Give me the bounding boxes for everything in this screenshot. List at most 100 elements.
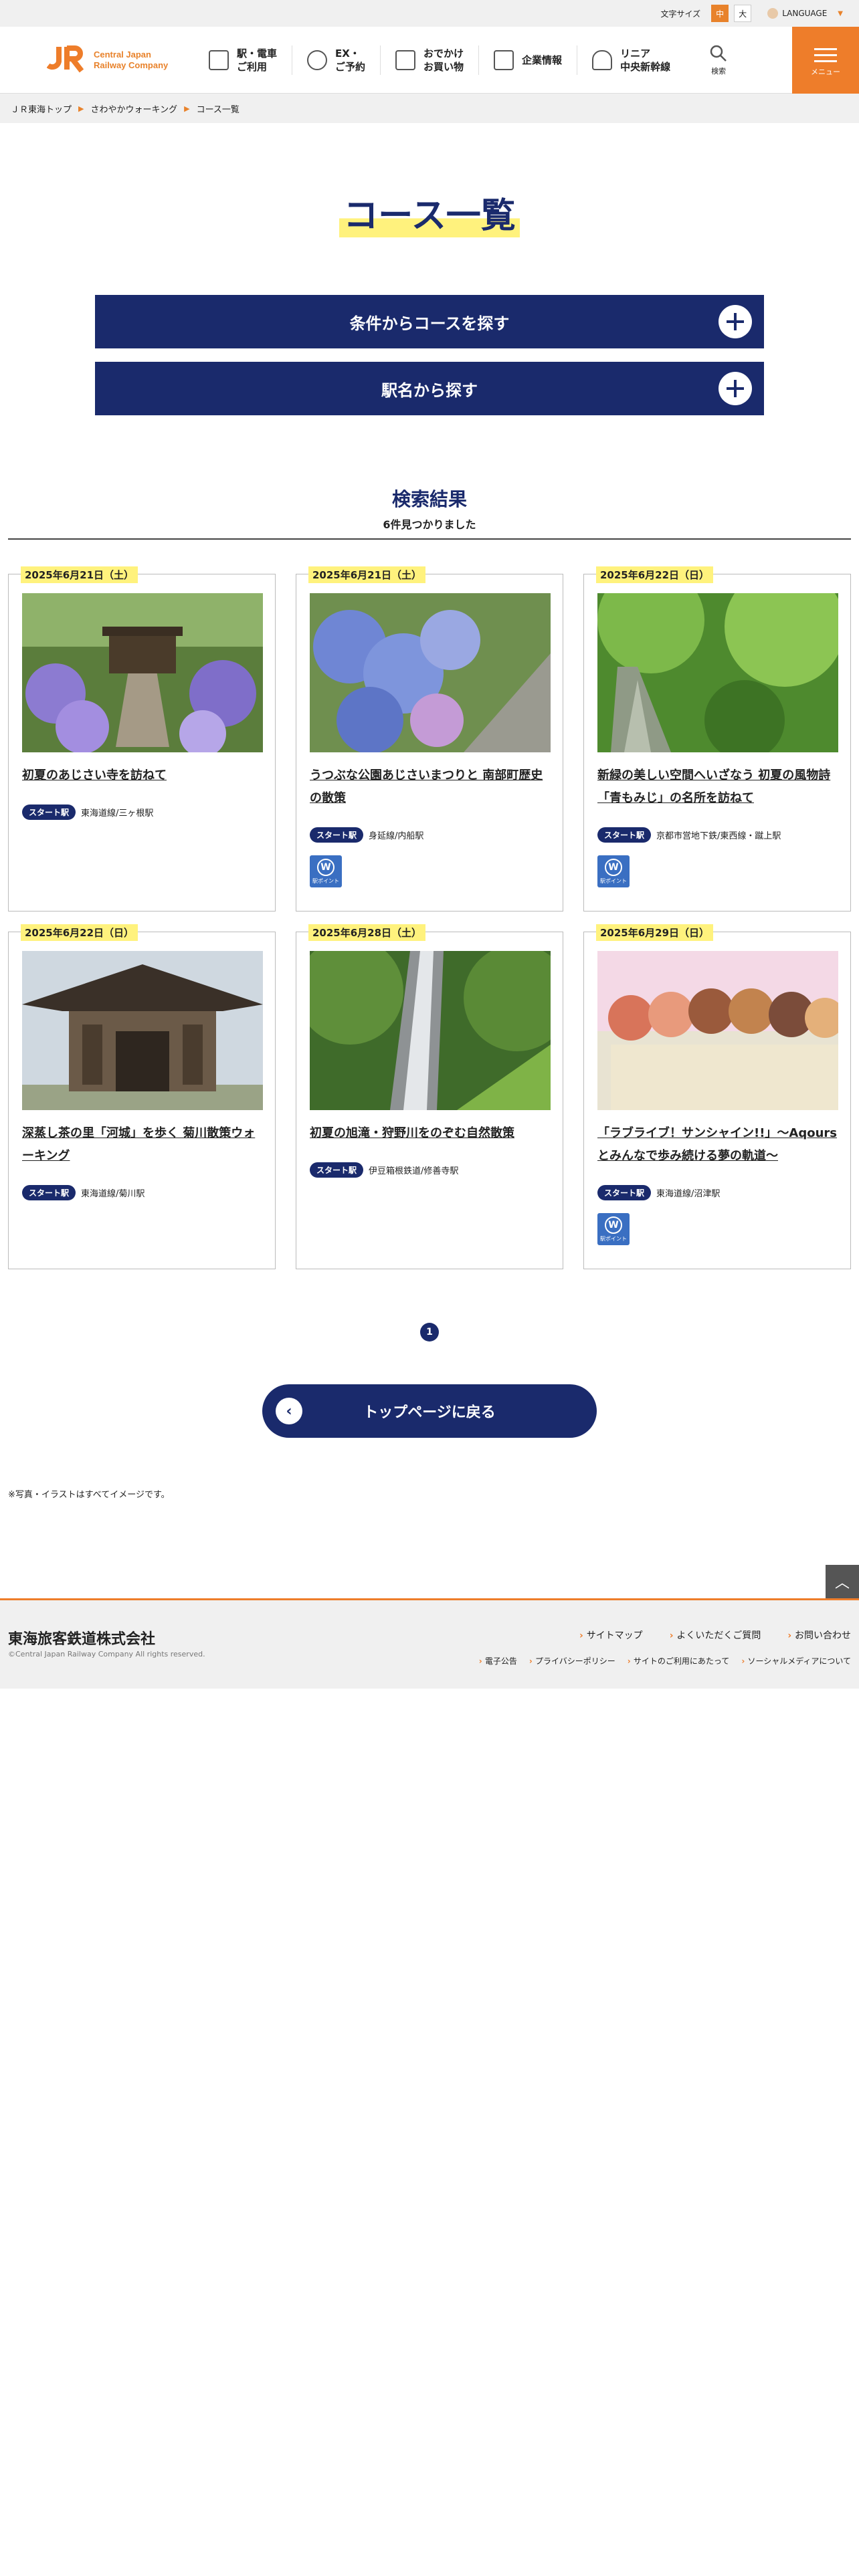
page-title-wrap: コース一覧 — [0, 187, 859, 237]
course-photo — [597, 593, 838, 752]
footer-link-public-notice[interactable]: 電子公告 — [479, 1655, 517, 1667]
start-station-tag: スタート駅 — [22, 1185, 76, 1200]
footer-link-faq[interactable]: よくいただくご質問 — [670, 1628, 761, 1642]
back-to-top-page-label: トップページに戻る — [363, 1404, 496, 1421]
results-count: 6件見つかりました — [383, 518, 476, 531]
footer-links: サイトマップ よくいただくご質問 お問い合わせ — [579, 1628, 851, 1642]
pagination-current-page[interactable]: 1 — [420, 1323, 439, 1341]
scroll-to-top-button[interactable]: ︿ — [826, 1565, 859, 1598]
footer-link-sitemap[interactable]: サイトマップ — [579, 1628, 643, 1642]
font-size-large-button[interactable]: 大 — [734, 5, 752, 22]
language-selector[interactable]: LANGUAGE ▼ — [767, 8, 843, 19]
start-station: スタート駅 東海道線/沼津駅 — [597, 1185, 720, 1200]
chevron-right-icon: ▶ — [78, 104, 84, 113]
course-title[interactable]: 初夏のあじさい寺を訪ねて — [22, 764, 263, 787]
jr-central-logo[interactable]: Central Japan Railway Company — [0, 44, 194, 76]
nav-linear-shinkansen[interactable]: リニア 中央新幹線 — [577, 45, 685, 75]
start-station: スタート駅 東海道線/菊川駅 — [22, 1185, 145, 1200]
date-badge: 2025年6月28日（土） — [308, 924, 426, 941]
course-photo — [22, 593, 263, 752]
results-heading: 検索結果 — [391, 488, 467, 510]
site-footer: 東海旅客鉄道株式会社 ©Central Japan Railway Compan… — [0, 1598, 859, 1689]
plus-icon — [719, 372, 752, 405]
course-title[interactable]: 初夏の旭滝・狩野川をのぞむ自然散策 — [310, 1122, 551, 1145]
footer-link-privacy[interactable]: プライバシーポリシー — [529, 1655, 615, 1667]
start-station-tag: スタート駅 — [597, 1185, 652, 1200]
breadcrumb-current: コース一覧 — [196, 104, 240, 115]
nav-corporate-info[interactable]: 企業情報 — [479, 45, 578, 75]
divider — [8, 538, 851, 540]
globe-icon — [767, 8, 779, 19]
start-station-name: 東海道線/沼津駅 — [656, 1189, 721, 1199]
start-station: スタート駅 京都市営地下鉄/東西線・蹴上駅 — [597, 827, 781, 843]
search-by-conditions-button[interactable]: 条件からコースを探す — [95, 295, 764, 348]
footer-sublinks: 電子公告 プライバシーポリシー サイトのご利用にあたって ソーシャルメディアにつ… — [479, 1655, 851, 1667]
course-card[interactable]: 2025年6月21日（土） うつぶな公園あじさいまつりと 南部町歴史の散策 スタ… — [296, 566, 563, 911]
search-by-station-button[interactable]: 駅名から探す — [95, 362, 764, 415]
start-station-tag: スタート駅 — [597, 827, 652, 843]
language-label: LANGUAGE — [782, 9, 828, 18]
footer-link-contact[interactable]: お問い合わせ — [787, 1628, 851, 1642]
start-station-tag: スタート駅 — [310, 1162, 364, 1178]
chevron-up-icon: ︿ — [834, 1575, 850, 1592]
start-station: スタート駅 身延線/内船駅 — [310, 827, 423, 843]
maglev-icon — [592, 49, 613, 70]
copyright: ©Central Japan Railway Company All right… — [8, 1650, 205, 1658]
start-station: スタート駅 東海道線/三ヶ根駅 — [22, 804, 153, 820]
train-icon — [209, 49, 229, 70]
menu-label: メニュー — [811, 67, 840, 76]
breadcrumb-walking[interactable]: さわやかウォーキング — [90, 102, 177, 115]
shopping-icon — [395, 49, 416, 70]
course-title[interactable]: うつぶな公園あじさいまつりと 南部町歴史の散策 — [310, 764, 551, 810]
station-point-badge: W 駅ポイント — [597, 1213, 630, 1245]
image-note: ※写真・イラストはすべてイメージです。 — [8, 1490, 170, 1500]
search-icon — [710, 45, 727, 62]
station-point-badge: W 駅ポイント — [597, 855, 630, 887]
course-photo — [310, 951, 551, 1110]
hamburger-icon — [814, 44, 837, 66]
nav-ex-reservation[interactable]: EX・ ご予約 — [292, 45, 381, 75]
date-badge: 2025年6月21日（土） — [308, 566, 426, 583]
ticket-icon — [307, 49, 328, 70]
station-point-badge: W 駅ポイント — [310, 855, 342, 887]
start-station-name: 伊豆箱根鉄道/修善寺駅 — [369, 1166, 459, 1176]
w-point-icon: W — [605, 1216, 622, 1234]
site-header: Central Japan Railway Company 駅・電車 ご利用 EX… — [0, 27, 859, 94]
course-card[interactable]: 2025年6月28日（土） 初夏の旭滝・狩野川をのぞむ自然散策 スタート駅 伊豆… — [296, 924, 563, 1269]
start-station-name: 身延線/内船駅 — [369, 831, 424, 841]
nav-station-train[interactable]: 駅・電車 ご利用 — [194, 45, 293, 75]
footer-link-terms[interactable]: サイトのご利用にあたって — [628, 1655, 729, 1667]
search-button[interactable]: 検索 — [698, 44, 739, 76]
course-card[interactable]: 2025年6月22日（日） 深蒸し茶の里「河城」を歩く 菊川散策ウォーキング ス… — [8, 924, 276, 1269]
breadcrumb: ＪＲ東海トップ ▶ さわやかウォーキング ▶ コース一覧 — [0, 94, 859, 123]
global-nav: 駅・電車 ご利用 EX・ ご予約 おでかけ お買い物 企業情報 リニア 中央新幹線 — [194, 27, 685, 93]
font-size-label: 文字サイズ — [660, 9, 701, 19]
course-title[interactable]: 新緑の美しい空間へいざなう 初夏の風物詩「青もみじ」の名所を訪ねて — [597, 764, 838, 810]
date-badge: 2025年6月22日（日） — [596, 566, 714, 583]
w-point-icon: W — [605, 858, 622, 876]
logo-wordmark: Central Japan Railway Company — [94, 49, 169, 70]
footer-link-social[interactable]: ソーシャルメディアについて — [741, 1655, 851, 1667]
course-title[interactable]: 深蒸し茶の里「河城」を歩く 菊川散策ウォーキング — [22, 1122, 263, 1168]
course-card[interactable]: 2025年6月29日（日） 「ラブライブ！サンシャイン!!」～Aqours とみ… — [583, 924, 851, 1269]
nav-outing-shopping[interactable]: おでかけ お買い物 — [381, 45, 480, 75]
menu-button[interactable]: メニュー — [792, 27, 859, 94]
font-size-medium-button[interactable]: 中 — [711, 5, 729, 22]
chevron-left-icon: ‹ — [276, 1398, 302, 1424]
start-station: スタート駅 伊豆箱根鉄道/修善寺駅 — [310, 1162, 458, 1178]
course-card[interactable]: 2025年6月22日（日） 新緑の美しい空間へいざなう 初夏の風物詩「青もみじ」… — [583, 566, 851, 911]
results-header: 検索結果 6件見つかりました — [0, 485, 859, 532]
search-by-conditions-label: 条件からコースを探す — [349, 314, 510, 333]
course-photo — [310, 593, 551, 752]
course-title[interactable]: 「ラブライブ！サンシャイン!!」～Aqours とみんなで歩み続ける夢の軌道～ — [597, 1122, 838, 1168]
w-point-icon: W — [317, 858, 335, 876]
plus-icon — [719, 305, 752, 338]
corporate-name: 東海旅客鉄道株式会社 — [8, 1630, 156, 1648]
course-card[interactable]: 2025年6月21日（土） 初夏のあじさい寺を訪ねて スタート駅 東海道線/三ヶ… — [8, 566, 276, 911]
page-title: コース一覧 — [339, 187, 520, 237]
course-photo — [597, 951, 838, 1110]
back-to-top-page-button[interactable]: ‹ トップページに戻る — [262, 1384, 597, 1438]
breadcrumb-home[interactable]: ＪＲ東海トップ — [11, 102, 72, 115]
date-badge: 2025年6月22日（日） — [21, 924, 138, 941]
date-badge: 2025年6月29日（日） — [596, 924, 714, 941]
